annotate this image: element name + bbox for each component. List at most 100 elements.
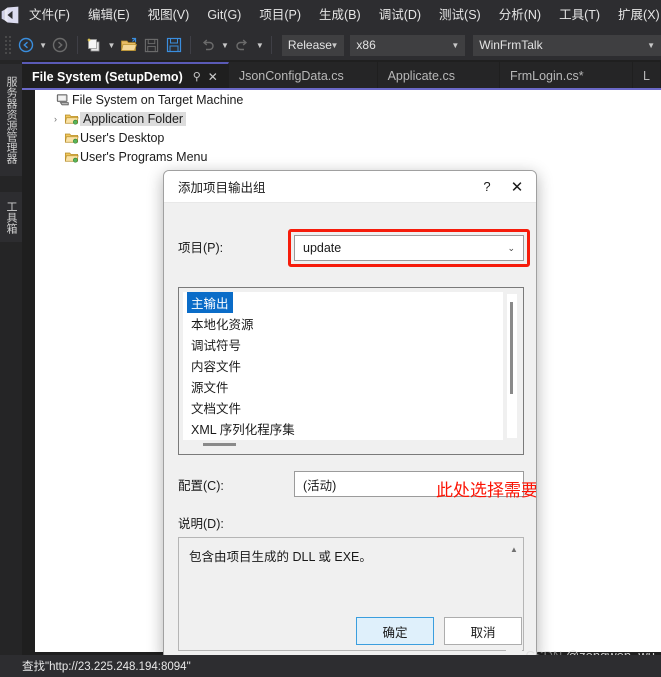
scrollbar-thumb[interactable] bbox=[203, 443, 236, 446]
menu-bar: 文件(F) 编辑(E) 视图(V) Git(G) 项目(P) 生成(B) 调试(… bbox=[0, 0, 661, 30]
listbox-vertical-scrollbar[interactable] bbox=[507, 294, 517, 438]
list-item-label: 文档文件 bbox=[191, 402, 242, 416]
startup-project-combo[interactable]: WinFrmTalk ▼ bbox=[473, 34, 661, 56]
list-item[interactable]: 调试符号 bbox=[183, 334, 503, 355]
menu-item-git[interactable]: Git(G) bbox=[198, 0, 250, 30]
tree-item-application-folder[interactable]: › Application Folder bbox=[35, 109, 661, 128]
close-icon[interactable]: ✕ bbox=[502, 172, 532, 202]
status-bar: 查找"http://23.225.248.194:8094" bbox=[0, 655, 661, 677]
navigate-back-icon[interactable] bbox=[15, 34, 36, 56]
toolbar-separator bbox=[76, 36, 78, 54]
tree-item-label: User's Desktop bbox=[80, 130, 165, 145]
project-combo[interactable]: update ⌄ bbox=[294, 235, 524, 261]
sidebar-item-server-explorer[interactable]: 服务器资源管理器 bbox=[0, 64, 22, 176]
up-arrow-icon bbox=[535, 451, 536, 495]
tab-label: File System (SetupDemo) bbox=[32, 69, 183, 84]
list-item[interactable]: 源文件 bbox=[183, 376, 503, 397]
description-label: 说明(D): bbox=[178, 517, 224, 531]
folder-icon bbox=[62, 112, 80, 126]
menu-item-project[interactable]: 项目(P) bbox=[250, 0, 310, 30]
server-explorer-label: 服务器资源管理器 bbox=[5, 76, 17, 164]
tab-label: Applicate.cs bbox=[387, 68, 455, 83]
list-item[interactable]: 主输出 bbox=[183, 292, 503, 313]
list-item[interactable]: 本地化资源 bbox=[183, 313, 503, 334]
description-text: 包含由项目生成的 DLL 或 EXE。 bbox=[189, 550, 372, 564]
undo-icon bbox=[197, 34, 218, 56]
tab-frmlogin-cs[interactable]: FrmLogin.cs* bbox=[499, 62, 634, 89]
tree-expander-icon[interactable]: › bbox=[49, 114, 62, 124]
listbox-horizontal-scrollbar[interactable] bbox=[189, 441, 505, 449]
menu-item-tools[interactable]: 工具(T) bbox=[550, 0, 609, 30]
chevron-down-icon: ⌄ bbox=[507, 242, 515, 253]
tab-file-system-setupdemo[interactable]: File System (SetupDemo) ⚲ ✕ bbox=[22, 62, 229, 89]
save-icon bbox=[141, 34, 162, 56]
navigate-back-dropdown-icon[interactable]: ▼ bbox=[38, 34, 48, 56]
dialog-title: 添加项目输出组 bbox=[178, 181, 266, 195]
close-icon[interactable]: ✕ bbox=[208, 70, 218, 84]
dialog-footer: 确定 取消 bbox=[164, 603, 536, 659]
tab-label: L bbox=[643, 68, 650, 83]
scrollbar-thumb[interactable] bbox=[510, 302, 513, 394]
menu-item-build[interactable]: 生成(B) bbox=[310, 0, 370, 30]
new-project-dropdown-icon[interactable]: ▼ bbox=[106, 34, 116, 56]
toolbar-separator bbox=[190, 36, 192, 54]
project-label: 项目(P): bbox=[178, 241, 224, 255]
menu-item-extensions[interactable]: 扩展(X) bbox=[609, 0, 661, 30]
tab-label: JsonConfigData.cs bbox=[238, 68, 344, 83]
open-file-icon[interactable] bbox=[119, 34, 140, 56]
project-value: update bbox=[303, 241, 342, 255]
tree-item-label: Application Folder bbox=[80, 111, 187, 126]
computer-icon bbox=[54, 93, 72, 107]
sidebar-item-toolbox[interactable]: 工具箱 bbox=[0, 192, 22, 242]
tree-item-file-system-on-target-machine[interactable]: File System on Target Machine bbox=[35, 90, 661, 109]
list-item-label: XML 序列化程序集 bbox=[191, 423, 295, 437]
undo-dropdown-icon: ▼ bbox=[221, 40, 229, 50]
list-item[interactable]: 文档文件 bbox=[183, 397, 503, 418]
list-item-label: 调试符号 bbox=[191, 339, 242, 353]
list-item-label: 本地化资源 bbox=[191, 318, 254, 332]
toolbox-label: 工具箱 bbox=[5, 200, 17, 234]
list-item-label: 内容文件 bbox=[191, 360, 242, 374]
redo-icon bbox=[232, 34, 253, 56]
scroll-up-icon[interactable]: ▲ bbox=[506, 541, 522, 557]
pin-icon[interactable]: ⚲ bbox=[193, 70, 201, 83]
visual-studio-window: 文件(F) 编辑(E) 视图(V) Git(G) 项目(P) 生成(B) 调试(… bbox=[0, 0, 661, 677]
tab-applicate-cs[interactable]: Applicate.cs bbox=[377, 62, 500, 89]
ok-button[interactable]: 确定 bbox=[356, 617, 434, 645]
tree-item-users-programs-menu[interactable]: User's Programs Menu bbox=[35, 147, 661, 166]
folder-icon bbox=[62, 131, 80, 145]
list-item-label: 源文件 bbox=[191, 381, 229, 395]
platform-value: x86 bbox=[356, 38, 376, 52]
configuration-value: (活动) bbox=[303, 478, 337, 493]
tree-item-label: File System on Target Machine bbox=[72, 92, 244, 107]
menu-item-view[interactable]: 视图(V) bbox=[139, 0, 199, 30]
configuration-label: 配置(C): bbox=[178, 479, 224, 493]
save-all-icon[interactable] bbox=[164, 34, 185, 56]
list-item-label: 主输出 bbox=[187, 292, 233, 313]
menu-item-test[interactable]: 测试(S) bbox=[430, 0, 490, 30]
tree-item-users-desktop[interactable]: User's Desktop bbox=[35, 128, 661, 147]
toolbar-separator bbox=[270, 36, 272, 54]
left-dock: 服务器资源管理器 工具箱 bbox=[0, 60, 22, 660]
cancel-button[interactable]: 取消 bbox=[444, 617, 522, 645]
output-group-listbox[interactable]: 主输出 本地化资源 调试符号 内容文件 源文件 文档文件 XML 序列化程序集 bbox=[178, 287, 524, 455]
chevron-down-icon: ▼ bbox=[451, 40, 460, 50]
tree-item-label: User's Programs Menu bbox=[80, 149, 208, 164]
platform-combo[interactable]: x86 ▼ bbox=[350, 34, 466, 56]
tab-jsonconfigdata-cs[interactable]: JsonConfigData.cs bbox=[228, 62, 378, 89]
menu-item-debug[interactable]: 调试(D) bbox=[370, 0, 430, 30]
list-item[interactable]: XML 序列化程序集 bbox=[183, 418, 503, 439]
toolbar-grip[interactable] bbox=[4, 35, 14, 55]
startup-project-value: WinFrmTalk bbox=[479, 38, 543, 52]
tab-overflow[interactable]: L bbox=[633, 62, 661, 89]
editor-tab-strip: File System (SetupDemo) ⚲ ✕ JsonConfigDa… bbox=[22, 62, 661, 89]
list-item[interactable]: 内容文件 bbox=[183, 355, 503, 376]
new-project-icon[interactable] bbox=[84, 34, 105, 56]
menu-item-file[interactable]: 文件(F) bbox=[20, 0, 79, 30]
configuration-combo[interactable]: Release ▼ bbox=[281, 34, 345, 56]
help-icon[interactable]: ? bbox=[472, 172, 502, 202]
menu-item-edit[interactable]: 编辑(E) bbox=[79, 0, 139, 30]
menu-item-analyze[interactable]: 分析(N) bbox=[490, 0, 550, 30]
annotation-text: 此处选择需要打包的主项目 bbox=[436, 481, 537, 500]
output-group-list[interactable]: 主输出 本地化资源 调试符号 内容文件 源文件 文档文件 XML 序列化程序集 bbox=[183, 292, 503, 440]
